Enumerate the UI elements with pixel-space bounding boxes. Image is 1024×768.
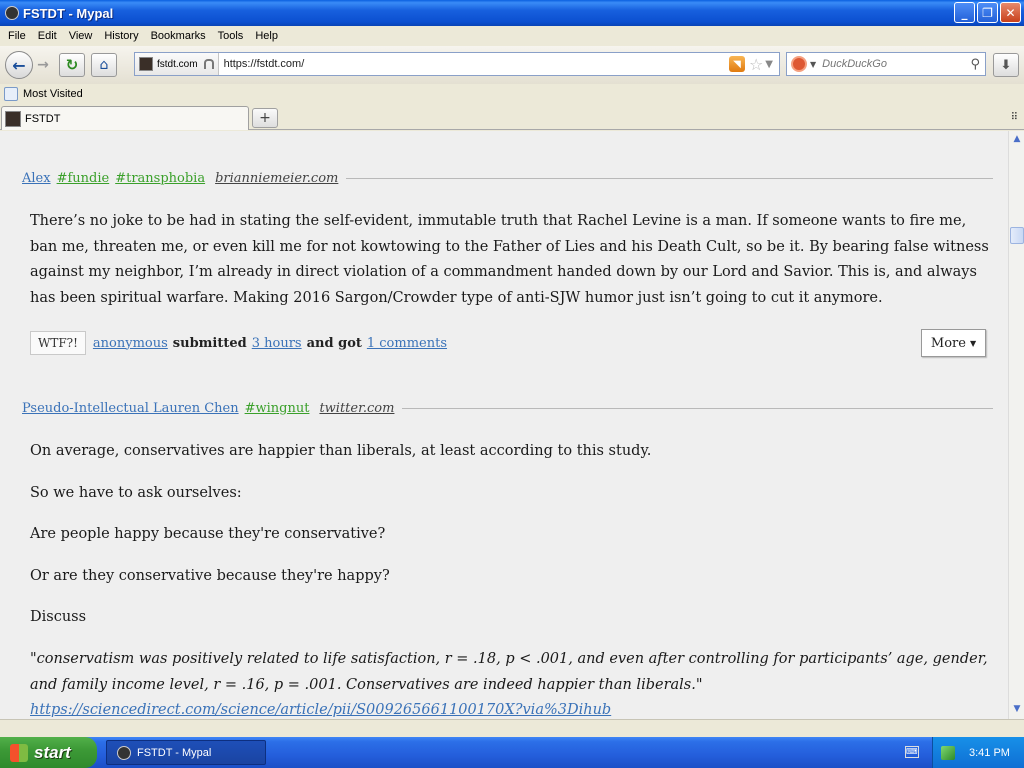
back-arrow-icon: ← [12, 55, 26, 75]
close-button[interactable]: ✕ [1000, 2, 1021, 23]
plus-icon: + [259, 110, 271, 126]
search-bar[interactable]: ▼ ⚲ [786, 52, 986, 76]
system-tray: 3:41 PM [932, 737, 1024, 768]
duckduckgo-icon[interactable] [791, 56, 807, 72]
post-header: Pseudo-Intellectual Lauren Chen #wingnut… [22, 398, 993, 418]
submitter-link[interactable]: anonymous [93, 336, 168, 351]
window-controls: _ ❐ ✕ [954, 2, 1021, 23]
task-label: FSTDT - Mypal [137, 746, 212, 759]
header-divider [402, 407, 993, 409]
mypal-app-icon [5, 6, 19, 20]
post-paragraph: Or are they conservative because they're… [30, 568, 390, 584]
status-bar [0, 719, 1024, 737]
page-content: Alex #fundie #transphobia brianniemeier.… [0, 131, 1008, 719]
search-icon[interactable]: ⚲ [970, 57, 980, 72]
menu-edit[interactable]: Edit [32, 30, 63, 42]
post-header: Alex #fundie #transphobia brianniemeier.… [22, 168, 993, 188]
start-button[interactable]: start [0, 737, 97, 768]
post-paragraph: Are people happy because they're conserv… [30, 526, 386, 542]
menu-tools[interactable]: Tools [212, 30, 250, 42]
tab-favicon-icon [5, 110, 21, 127]
menu-bar: File Edit View History Bookmarks Tools H… [0, 26, 1024, 46]
clock[interactable]: 3:41 PM [969, 747, 1010, 759]
and-got-text: and got [306, 335, 362, 351]
most-visited-folder-icon [4, 87, 18, 101]
minimize-button[interactable]: _ [954, 2, 975, 23]
post-author-link[interactable]: Pseudo-Intellectual Lauren Chen [22, 401, 239, 416]
start-label: start [34, 742, 71, 762]
maximize-button[interactable]: ❐ [977, 2, 998, 23]
post-quote: "conservatism was positively related to … [30, 647, 990, 719]
taskbar-window-mypal[interactable]: FSTDT - Mypal [106, 740, 266, 765]
menu-view[interactable]: View [63, 30, 99, 42]
reload-icon: ↻ [65, 56, 79, 74]
tab-bar: FSTDT + ⠿ [0, 104, 1024, 130]
forward-arrow-icon: → [37, 57, 49, 73]
scrollbar-thumb[interactable] [1010, 227, 1024, 244]
quote-text: "conservatism was positively related to … [30, 651, 988, 693]
network-icon[interactable] [941, 745, 955, 760]
post-actions: WTF?! anonymous submitted 3 hours and go… [30, 329, 447, 357]
post-time-link[interactable]: 3 hours [252, 336, 302, 351]
vertical-scrollbar[interactable]: ▲ ▼ [1008, 131, 1024, 719]
address-bar[interactable]: fstdt.com https://fstdt.com/ ◥ ☆ ▼ [134, 52, 780, 76]
post-source[interactable]: twitter.com [319, 401, 394, 416]
tab-label: FSTDT [25, 112, 61, 125]
download-arrow-icon: ⬇ [1000, 57, 1012, 73]
menu-file[interactable]: File [2, 30, 32, 42]
windows-logo-icon [10, 743, 28, 762]
search-engine-dropdown-icon[interactable]: ▼ [810, 60, 816, 69]
tab-list-icon[interactable]: ⠿ [1011, 112, 1018, 123]
tag-link[interactable]: #transphobia [115, 171, 205, 186]
back-button[interactable]: ← [5, 51, 33, 79]
forward-button[interactable]: → [33, 54, 53, 76]
source-article-link[interactable]: https://sciencedirect.com/science/articl… [30, 702, 611, 718]
tag-link[interactable]: #wingnut [245, 401, 310, 416]
home-button[interactable]: ⌂ [91, 53, 117, 77]
bookmark-star-icon[interactable]: ☆ [749, 55, 763, 74]
post-source[interactable]: brianniemeier.com [215, 171, 338, 186]
menu-bookmarks[interactable]: Bookmarks [145, 30, 212, 42]
comments-link[interactable]: 1 comments [367, 336, 447, 351]
reload-button[interactable]: ↻ [59, 53, 85, 77]
post-body: There’s no joke to be had in stating the… [30, 213, 989, 306]
bookmark-most-visited[interactable]: Most Visited [23, 88, 83, 100]
search-input[interactable] [822, 58, 971, 70]
windows-taskbar: start FSTDT - Mypal ⌨ 3:41 PM [0, 737, 1024, 768]
submitted-text: submitted [172, 335, 247, 351]
new-tab-button[interactable]: + [252, 108, 278, 128]
site-favicon-icon [139, 57, 153, 71]
post-paragraph: So we have to ask ourselves: [30, 485, 242, 501]
site-identity-button[interactable]: fstdt.com [135, 53, 219, 75]
caret-down-icon: ▼ [969, 338, 977, 348]
menu-history[interactable]: History [98, 30, 144, 42]
tag-link[interactable]: #fundie [57, 171, 110, 186]
post-author-link[interactable]: Alex [22, 171, 51, 186]
downloads-button[interactable]: ⬇ [993, 53, 1019, 77]
keyboard-icon[interactable]: ⌨ [905, 746, 919, 758]
navigation-toolbar: ← → ↻ ⌂ fstdt.com https://fstdt.com/ ◥ ☆… [0, 46, 1024, 84]
mypal-task-icon [117, 745, 131, 760]
rss-feed-icon[interactable]: ◥ [728, 56, 745, 72]
title-bar: FSTDT - Mypal _ ❐ ✕ [0, 0, 1024, 26]
home-icon: ⌂ [99, 57, 109, 73]
more-label: More [930, 335, 966, 351]
wtf-button[interactable]: WTF?! [30, 331, 86, 355]
url-history-dropdown-icon[interactable]: ▼ [765, 59, 773, 70]
header-divider [346, 177, 993, 179]
url-input[interactable]: https://fstdt.com/ [219, 58, 729, 70]
window-title: FSTDT - Mypal [23, 5, 114, 21]
post-paragraph: On average, conservatives are happier th… [30, 443, 652, 459]
site-identity-label: fstdt.com [157, 58, 198, 70]
more-button[interactable]: More ▼ [921, 329, 986, 357]
lock-icon [203, 59, 214, 69]
tab-fstdt[interactable]: FSTDT [1, 106, 249, 130]
scroll-down-arrow-icon[interactable]: ▼ [1011, 704, 1023, 716]
scroll-up-arrow-icon[interactable]: ▲ [1011, 134, 1023, 146]
menu-help[interactable]: Help [249, 30, 284, 42]
post-paragraph: Discuss [30, 609, 87, 625]
bookmarks-toolbar: Most Visited [0, 84, 1024, 104]
